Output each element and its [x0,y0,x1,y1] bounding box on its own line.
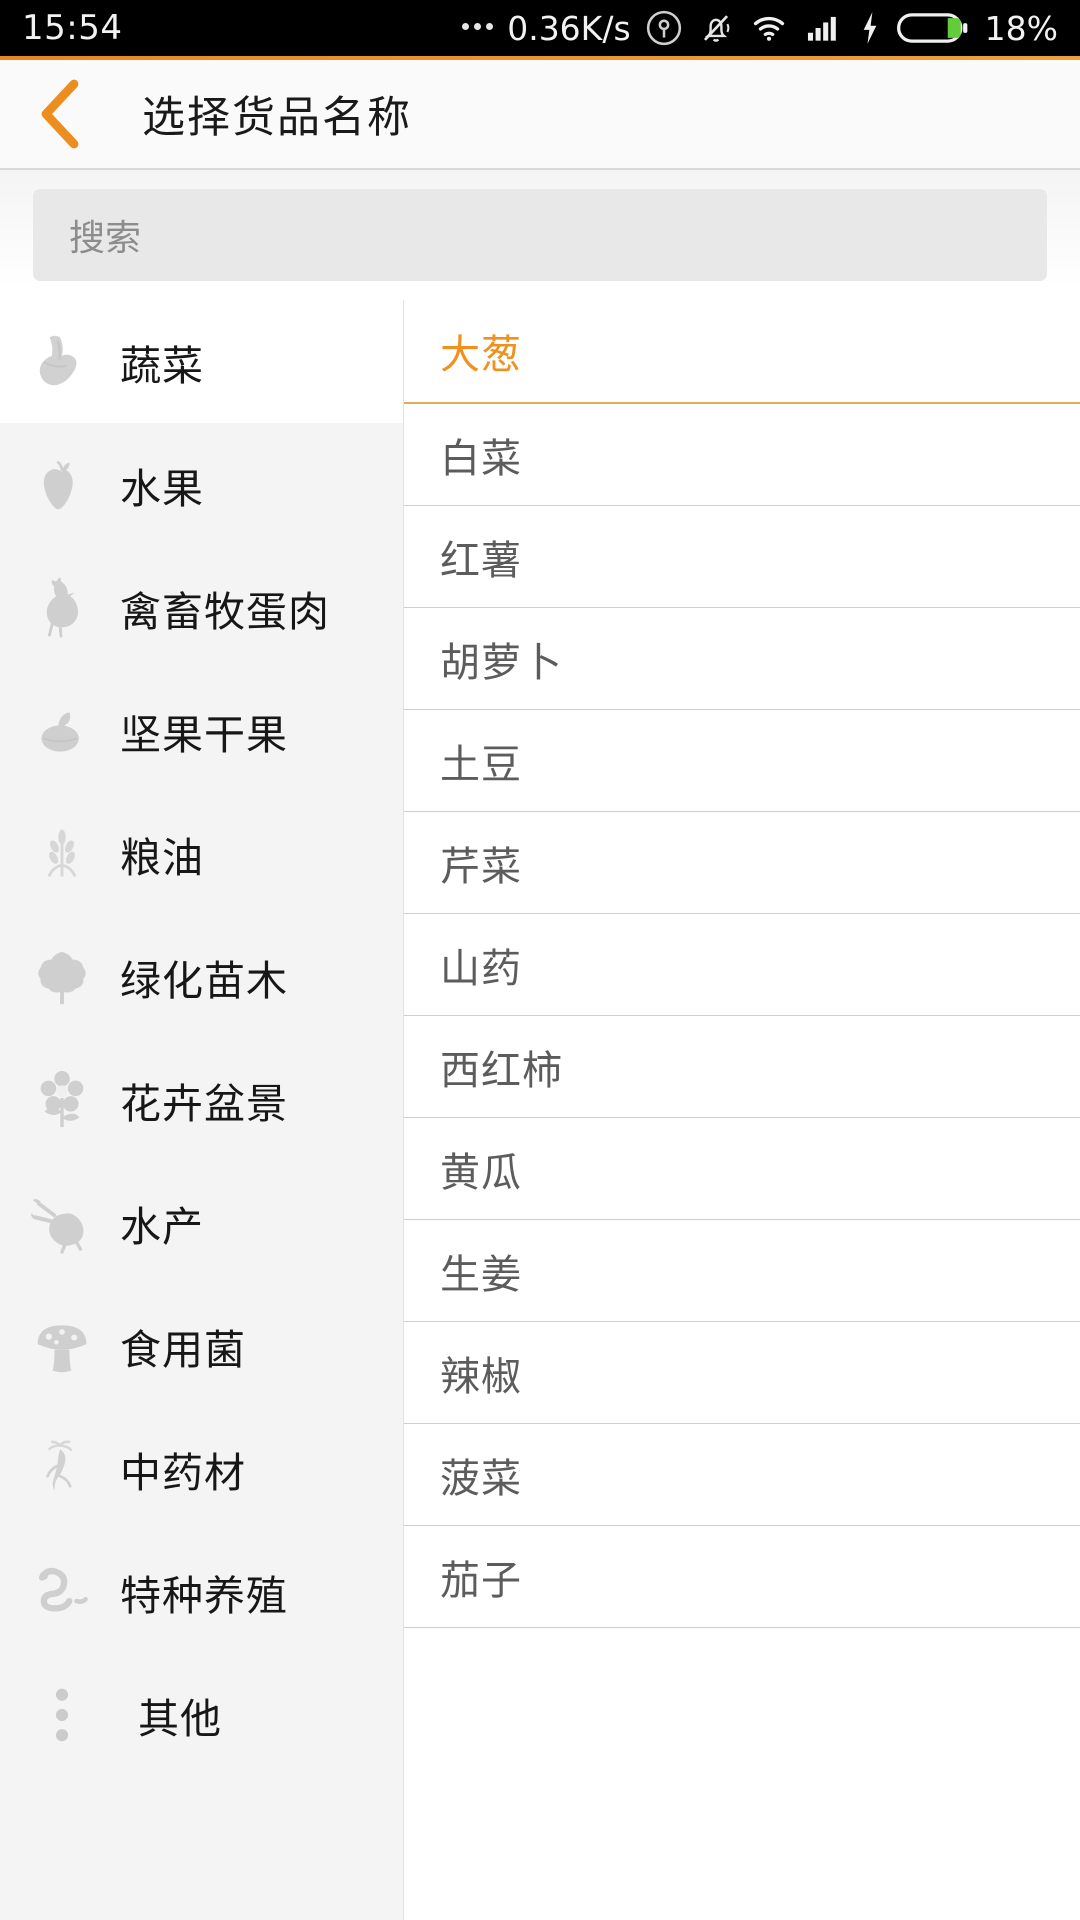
battery-icon [896,13,968,43]
list-item[interactable]: 芹菜 [404,812,1080,914]
goods-label: 菠菜 [440,1455,522,1502]
search-bar-container: 搜索 [0,170,1080,300]
charging-bolt-icon [863,12,876,44]
more-vertical-icon [26,1679,98,1751]
app-header: 选择货品名称 [0,60,1080,170]
list-item[interactable]: 土豆 [404,710,1080,812]
goods-label: 茄子 [440,1557,522,1604]
network-speed-label: 0.36K/s [507,8,631,48]
goods-label: 胡萝卜 [440,639,563,686]
goods-label: 红薯 [440,537,522,584]
goods-label: 芹菜 [440,843,522,890]
search-input[interactable]: 搜索 [33,189,1047,281]
sidebar-item-label: 禽畜牧蛋肉 [120,587,330,636]
sidebar-item-fruits[interactable]: 水果 [0,423,403,546]
sidebar-item-grain-oil[interactable]: 粮油 [0,792,403,915]
list-item[interactable]: 红薯 [404,506,1080,608]
sidebar-item-label: 绿化苗木 [120,956,288,1005]
vegetable-icon [26,326,98,398]
goods-list[interactable]: 大葱 白菜 红薯 胡萝卜 土豆 芹菜 山药 西红柿 黄瓜 生姜 辣椒 菠菜 茄子 [404,300,1080,1920]
chevron-left-icon [41,79,79,149]
list-item[interactable]: 茄子 [404,1526,1080,1628]
sidebar-item-vegetables[interactable]: 蔬菜 [0,300,403,423]
goods-label: 辣椒 [440,1353,522,1400]
category-sidebar[interactable]: 蔬菜 水果 禽畜牧蛋肉 坚果干果 粮油 绿化苗木 花卉盆景 水产 食用菌 中药材… [0,300,404,1920]
sidebar-item-special-breeding[interactable]: 特种养殖 [0,1530,403,1653]
goods-label: 山药 [440,945,522,992]
list-item[interactable]: 大葱 [404,300,1080,404]
goods-label: 黄瓜 [440,1149,522,1196]
list-item[interactable]: 西红柿 [404,1016,1080,1118]
sidebar-item-edible-fungi[interactable]: 食用菌 [0,1284,403,1407]
sidebar-item-label: 其他 [138,1694,222,1743]
tree-icon [26,941,98,1013]
goods-label: 白菜 [440,435,522,482]
sidebar-item-aquatic-products[interactable]: 水产 [0,1161,403,1284]
status-bar: 15:54 0.36K/s 18% [0,0,1080,56]
sidebar-item-nuts-dried-fruits[interactable]: 坚果干果 [0,669,403,792]
list-item[interactable]: 白菜 [404,404,1080,506]
mushroom-icon [26,1310,98,1382]
nut-icon [26,695,98,767]
search-placeholder: 搜索 [69,218,142,259]
shrimp-icon [26,1187,98,1259]
sidebar-item-label: 水产 [120,1202,204,1251]
list-item[interactable]: 胡萝卜 [404,608,1080,710]
list-item[interactable]: 菠菜 [404,1424,1080,1526]
rooster-icon [26,572,98,644]
goods-label: 大葱 [440,332,522,378]
status-bar-clock: 15:54 [22,8,123,48]
page-title: 选择货品名称 [142,93,412,143]
sidebar-item-label: 蔬菜 [120,341,204,390]
status-bar-icons: 0.36K/s 18% [462,9,1058,48]
sidebar-item-flowers-bonsai[interactable]: 花卉盆景 [0,1038,403,1161]
battery-percent-label: 18% [984,8,1058,48]
signal-bars-icon [807,16,836,41]
sidebar-item-label: 中药材 [120,1448,246,1497]
sidebar-item-label: 花卉盆景 [120,1079,288,1128]
goods-label: 生姜 [440,1251,522,1298]
back-button[interactable] [0,59,120,169]
goods-label: 土豆 [440,741,522,788]
content-area: 蔬菜 水果 禽畜牧蛋肉 坚果干果 粮油 绿化苗木 花卉盆景 水产 食用菌 中药材… [0,300,1080,1920]
sidebar-item-label: 坚果干果 [120,710,288,759]
wifi-icon [753,16,784,41]
flower-icon [26,1064,98,1136]
list-item[interactable]: 山药 [404,914,1080,1016]
apple-icon [26,449,98,521]
sidebar-item-label: 特种养殖 [120,1571,288,1620]
list-item[interactable]: 辣椒 [404,1322,1080,1424]
sidebar-item-poultry-livestock[interactable]: 禽畜牧蛋肉 [0,546,403,669]
more-dots-icon [462,22,494,34]
list-item[interactable]: 黄瓜 [404,1118,1080,1220]
sidebar-item-others[interactable]: 其他 [0,1653,403,1776]
sidebar-item-label: 食用菌 [120,1325,246,1374]
sidebar-item-label: 水果 [120,464,204,513]
wheat-icon [26,818,98,890]
sidebar-item-landscaping-seedlings[interactable]: 绿化苗木 [0,915,403,1038]
ginseng-icon [26,1433,98,1505]
sidebar-item-chinese-medicine[interactable]: 中药材 [0,1407,403,1530]
snake-icon [26,1556,98,1628]
goods-label: 西红柿 [440,1047,563,1094]
sidebar-item-label: 粮油 [120,833,204,882]
location-icon [646,10,681,46]
list-item[interactable]: 生姜 [404,1220,1080,1322]
mute-bell-icon [703,15,730,42]
